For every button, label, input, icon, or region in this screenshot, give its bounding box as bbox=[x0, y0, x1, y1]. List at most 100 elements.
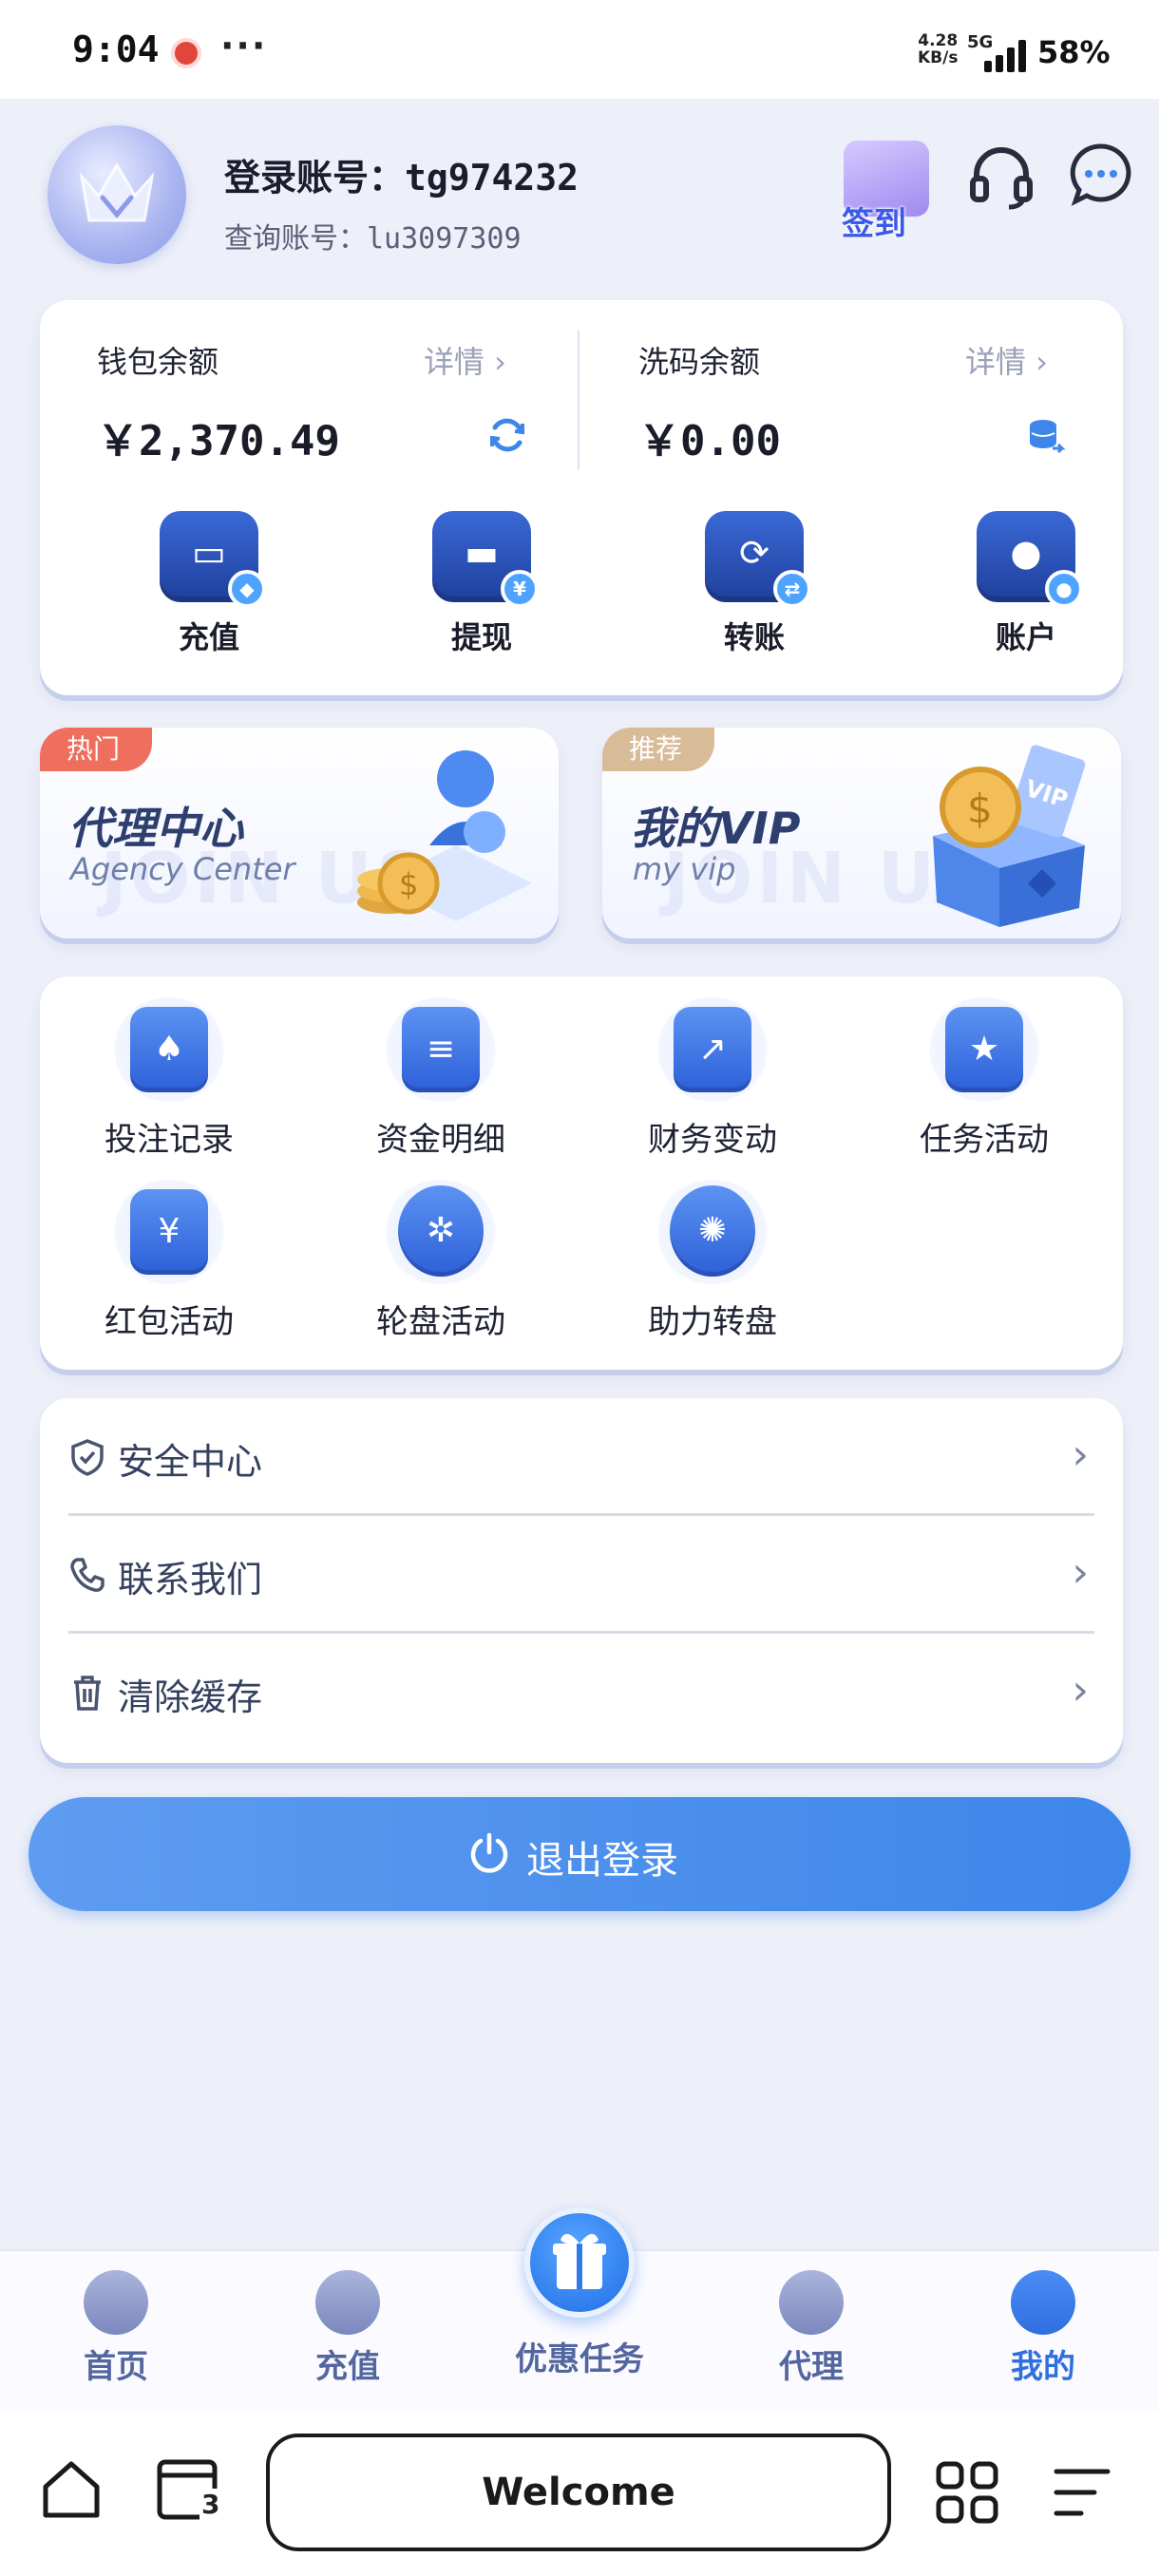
finance-chart-icon: ↗ bbox=[656, 997, 769, 1102]
card-icon: ▬ ¥ bbox=[432, 511, 539, 608]
tab-mine[interactable]: 我的 bbox=[958, 2270, 1129, 2387]
deposit-action-label: 充值 bbox=[178, 619, 239, 655]
menu-label: 清除缓存 bbox=[118, 1676, 263, 1718]
chat-icon[interactable] bbox=[1068, 141, 1134, 207]
settings-menu-card: 安全中心 › 联系我们 › 清除缓存 › bbox=[40, 1398, 1123, 1763]
vip-box-icon: VIP $ bbox=[933, 745, 1086, 927]
transfer-action[interactable]: ⟳ ⇄ 转账 bbox=[669, 511, 840, 657]
svg-text:$: $ bbox=[399, 866, 418, 902]
menu-label: 联系我们 bbox=[118, 1559, 263, 1601]
transfer-action-label: 转账 bbox=[723, 619, 785, 655]
more-notifications-icon: ··· bbox=[220, 25, 268, 66]
svg-text:$: $ bbox=[967, 786, 993, 832]
assist-wheel-item[interactable]: ✺ 助力转盘 bbox=[608, 1180, 817, 1342]
tab-label: 我的 bbox=[1011, 2348, 1075, 2386]
crown-icon bbox=[79, 162, 155, 222]
prize-wheel-icon: ✺ bbox=[656, 1180, 769, 1284]
agency-illustration-icon: $ bbox=[357, 750, 532, 921]
logout-label: 退出登录 bbox=[526, 1839, 678, 1883]
wallet-balance-label: 钱包余额 bbox=[97, 344, 219, 380]
transfer-icon: ⟳ ⇄ bbox=[705, 511, 811, 608]
tab-promo-tasks[interactable] bbox=[524, 2207, 635, 2318]
signin-button[interactable]: 签到 bbox=[826, 122, 940, 243]
login-account: 登录账号：tg974232 bbox=[224, 148, 579, 200]
my-vip-title: 我的VIP bbox=[631, 803, 801, 854]
account-icon: ● ● bbox=[977, 511, 1083, 608]
roulette-activity-item[interactable]: ✲ 轮盘活动 bbox=[336, 1180, 545, 1342]
fund-details-label: 资金明细 bbox=[376, 1121, 505, 1159]
red-envelope-item[interactable]: ¥ 红包活动 bbox=[65, 1180, 274, 1342]
wash-balance-label: 洗码余额 bbox=[638, 344, 761, 380]
tab-label: 代理 bbox=[779, 2348, 844, 2386]
home-icon[interactable] bbox=[40, 2458, 103, 2521]
trash-icon bbox=[74, 1676, 101, 1711]
account-action-label: 账户 bbox=[995, 619, 1056, 655]
home-icon bbox=[84, 2270, 148, 2335]
wallet-card: 钱包余额 详情 › ￥2,370.49 洗码余额 详情 › ￥0.00 ▭ ◆ 充… bbox=[40, 300, 1123, 695]
logout-button[interactable]: 退出登录 bbox=[28, 1797, 1130, 1911]
recommend-tag: 推荐 bbox=[602, 728, 715, 771]
agency-center-subtitle: Agency Center bbox=[70, 851, 295, 887]
menu-item-contact-us[interactable]: 联系我们 › bbox=[68, 1516, 1094, 1634]
task-activity-item[interactable]: ★ 任务活动 bbox=[880, 997, 1089, 1160]
wash-detail-link[interactable]: 详情 › bbox=[965, 338, 1048, 382]
notification-icon bbox=[171, 38, 201, 68]
task-calendar-icon: ★ bbox=[928, 997, 1040, 1102]
welcome-address-bar[interactable]: Welcome bbox=[266, 2434, 891, 2551]
profile-header: 登录账号：tg974232 查询账号：lu3097309 签到 bbox=[0, 99, 1159, 289]
bet-records-item[interactable]: ♠ 投注记录 bbox=[65, 997, 274, 1160]
headset-icon[interactable] bbox=[965, 141, 1037, 213]
recent-tabs-button[interactable]: 3 bbox=[156, 2458, 222, 2525]
coins-stack-icon[interactable] bbox=[1026, 416, 1066, 456]
login-account-label: 登录账号： bbox=[224, 157, 406, 199]
withdraw-action-label: 提现 bbox=[450, 619, 512, 655]
wallet-icon: ▭ ◆ bbox=[160, 511, 266, 608]
menu-item-clear-cache[interactable]: 清除缓存 › bbox=[68, 1634, 1094, 1752]
hot-tag: 热门 bbox=[40, 728, 153, 771]
agency-center-title: 代理中心 bbox=[68, 803, 243, 854]
finance-changes-item[interactable]: ↗ 财务变动 bbox=[608, 997, 817, 1160]
tab-agent[interactable]: 代理 bbox=[726, 2270, 897, 2387]
roulette-wheel-icon: ✲ bbox=[385, 1180, 497, 1284]
bet-records-icon: ♠ bbox=[113, 997, 225, 1102]
refresh-icon[interactable] bbox=[486, 414, 528, 456]
avatar[interactable] bbox=[48, 125, 186, 264]
user-icon bbox=[1011, 2270, 1075, 2335]
tab-count: 3 bbox=[200, 2489, 222, 2520]
network-speed: 4.28 KB/s bbox=[918, 31, 959, 67]
tab-home[interactable]: 首页 bbox=[30, 2270, 201, 2387]
my-vip-card[interactable]: 推荐 JOIN US 我的VIP my vip VIP $ bbox=[602, 728, 1121, 938]
tab-promo-tasks-label: 优惠任务 bbox=[515, 2340, 644, 2378]
login-account-id: tg974232 bbox=[405, 157, 580, 199]
apps-grid-icon[interactable] bbox=[935, 2460, 999, 2525]
deposit-action[interactable]: ▭ ◆ 充值 bbox=[124, 511, 294, 657]
fund-details-icon: ≡ bbox=[385, 997, 497, 1102]
deposit-icon bbox=[315, 2270, 380, 2335]
tab-label: 首页 bbox=[84, 2348, 148, 2386]
status-time: 9:04 bbox=[72, 28, 160, 70]
withdraw-action[interactable]: ▬ ¥ 提现 bbox=[396, 511, 567, 657]
feature-grid-card: ♠ 投注记录 ≡ 资金明细 ↗ 财务变动 ★ 任务活动 ¥ 红包活动 ✲ 轮盘活… bbox=[40, 976, 1123, 1370]
account-action[interactable]: ● ● 账户 bbox=[940, 511, 1112, 657]
query-account-label: 查询账号： bbox=[224, 222, 367, 256]
red-envelope-label: 红包活动 bbox=[104, 1303, 234, 1341]
wallet-detail-link[interactable]: 详情 › bbox=[424, 338, 506, 382]
chevron-right-icon: › bbox=[1072, 1548, 1089, 1597]
system-nav-bar: 3 Welcome bbox=[0, 2411, 1159, 2576]
wallet-divider bbox=[578, 331, 580, 469]
fund-details-item[interactable]: ≡ 资金明细 bbox=[336, 997, 545, 1160]
menu-icon[interactable] bbox=[1053, 2464, 1112, 2521]
task-activity-label: 任务活动 bbox=[920, 1121, 1049, 1159]
status-bar: 9:04 ··· 4.28 KB/s 5G 58% bbox=[0, 0, 1159, 99]
gift-icon bbox=[553, 2233, 606, 2289]
power-icon bbox=[470, 1832, 508, 1873]
agent-icon bbox=[779, 2270, 844, 2335]
my-vip-subtitle: my vip bbox=[633, 851, 736, 887]
query-account-id: lu3097309 bbox=[367, 222, 522, 256]
menu-label: 安全中心 bbox=[118, 1441, 263, 1483]
wallet-balance-amount: ￥2,370.49 bbox=[97, 417, 340, 465]
tab-deposit[interactable]: 充值 bbox=[262, 2270, 433, 2387]
agency-center-card[interactable]: 热门 JOIN US 代理中心 Agency Center $ bbox=[40, 728, 559, 938]
menu-item-security-center[interactable]: 安全中心 › bbox=[68, 1398, 1094, 1516]
roulette-activity-label: 轮盘活动 bbox=[376, 1303, 505, 1341]
